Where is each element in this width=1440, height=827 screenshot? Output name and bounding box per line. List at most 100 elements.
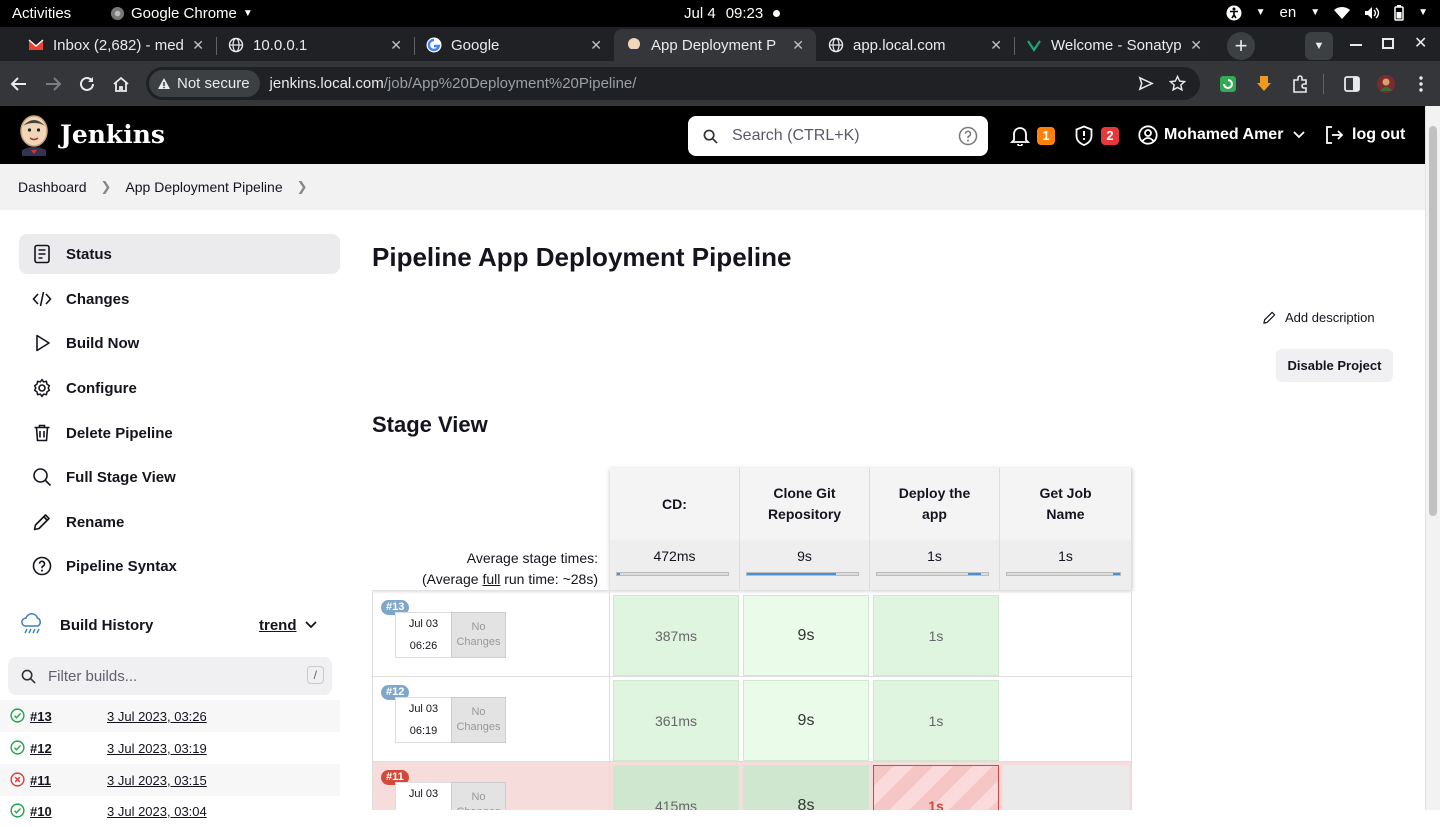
search-box[interactable]: Search (CTRL+K) [688, 116, 988, 156]
accessibility-icon[interactable] [1226, 5, 1242, 21]
sidebar-item-changes[interactable]: Changes [19, 279, 340, 319]
sidebar-item-full-stage-view[interactable]: Full Stage View [19, 457, 340, 497]
stage-cell[interactable]: 415ms [613, 765, 739, 810]
jenkins-header: Jenkins Search (CTRL+K) 1 2 Mohamed Amer… [0, 106, 1425, 164]
build-date-link[interactable]: 3 Jul 2023, 03:19 [107, 741, 207, 756]
tab-app-local[interactable]: app.local.com ✕ [816, 29, 1014, 61]
clock[interactable]: Jul 4 09:23 [684, 5, 781, 22]
chevron-right-icon[interactable]: ❯ [101, 179, 112, 195]
stage-cell[interactable]: 8s [743, 765, 869, 810]
build-number-link[interactable]: #12 [30, 741, 52, 756]
bookmark-star-icon[interactable] [1169, 75, 1186, 92]
language-indicator[interactable]: en [1280, 4, 1297, 21]
stage-cell-failed[interactable]: 1s [873, 765, 999, 810]
user-menu[interactable]: Mohamed Amer [1138, 125, 1306, 145]
url-text[interactable]: jenkins.local.com/job/App%20Deployment%2… [270, 75, 637, 92]
build-number-link[interactable]: #11 [30, 773, 51, 788]
close-window-button[interactable]: ✕ [1414, 33, 1427, 53]
build-row-13[interactable]: #13 3 Jul 2023, 03:26 [0, 700, 340, 732]
chevron-down-icon[interactable] [305, 621, 317, 629]
activities-button[interactable]: Activities [12, 5, 71, 22]
build-date-link[interactable]: 3 Jul 2023, 03:04 [107, 804, 207, 819]
extension-green-icon[interactable] [1219, 75, 1237, 93]
stage-cell[interactable]: 1s [873, 595, 999, 676]
side-panel-icon[interactable] [1343, 75, 1361, 93]
chevron-right-icon[interactable]: ❯ [297, 179, 308, 195]
stage-cell[interactable]: 361ms [613, 680, 739, 761]
address-bar[interactable]: Not secure jenkins.local.com/job/App%20D… [146, 67, 1200, 100]
user-icon [1138, 125, 1158, 145]
system-tray[interactable]: ▼ en ▼ ▼ [1226, 4, 1428, 21]
minimize-button[interactable] [1350, 44, 1362, 46]
page-scrollbar[interactable] [1425, 106, 1440, 810]
close-tab-icon[interactable]: ✕ [1190, 37, 1202, 54]
tab-google[interactable]: Google ✕ [414, 29, 614, 61]
run-date: Jul 03 06:19 [395, 697, 452, 743]
close-tab-icon[interactable]: ✕ [990, 37, 1002, 54]
disable-project-button[interactable]: Disable Project [1276, 349, 1393, 382]
sidebar-item-pipeline-syntax[interactable]: Pipeline Syntax [19, 546, 340, 586]
reload-icon[interactable] [78, 75, 96, 93]
scrollbar-thumb[interactable] [1429, 126, 1437, 516]
site-security-chip[interactable]: Not secure [149, 70, 260, 97]
jenkins-brand[interactable]: Jenkins [60, 120, 165, 149]
avg-progress-bar [1006, 572, 1121, 576]
build-number-link[interactable]: #13 [30, 709, 52, 724]
download-icon[interactable] [1255, 75, 1273, 93]
build-row-10[interactable]: #10 3 Jul 2023, 03:04 [0, 795, 340, 827]
trend-link[interactable]: trend [259, 617, 297, 634]
no-changes-label: No Changes [451, 697, 506, 743]
maximize-button[interactable] [1382, 38, 1394, 49]
build-row-11[interactable]: #11 3 Jul 2023, 03:15 [0, 764, 340, 796]
sidebar-item-rename[interactable]: Rename [19, 502, 340, 542]
tab-gmail[interactable]: Inbox (2,682) - med ✕ [16, 29, 216, 61]
add-description-link[interactable]: Add description [1262, 310, 1375, 325]
app-menu[interactable]: Google Chrome ▼ [110, 5, 253, 22]
trash-icon [34, 424, 50, 442]
back-icon[interactable] [10, 75, 28, 93]
sidebar-item-build-now[interactable]: Build Now [19, 323, 340, 363]
tab-10-0-0-1[interactable]: 10.0.0.1 ✕ [216, 29, 414, 61]
run-date: Jul 03 06:26 [395, 612, 452, 658]
tab-search-button[interactable]: ▼ [1305, 32, 1333, 60]
jenkins-logo[interactable] [18, 114, 50, 156]
gear-icon [33, 378, 51, 398]
security-button[interactable]: 2 [1074, 125, 1119, 146]
logout-button[interactable]: log out [1324, 125, 1405, 145]
chrome-menu-icon[interactable] [1412, 75, 1430, 93]
security-badge: 2 [1101, 126, 1119, 145]
tab-title: Google [451, 36, 500, 54]
filter-builds-input[interactable]: Filter builds... / [8, 657, 332, 695]
notifications-button[interactable]: 1 [1010, 125, 1055, 146]
stage-cell[interactable]: 9s [743, 595, 869, 676]
breadcrumb-dashboard[interactable]: Dashboard [18, 179, 87, 195]
stage-cell[interactable]: 387ms [613, 595, 739, 676]
stage-cell[interactable]: 9s [743, 680, 869, 761]
tab-title: Inbox (2,682) - med [53, 36, 184, 54]
stage-cell[interactable]: 1s [873, 680, 999, 761]
tab-app-deployment-pipeline[interactable]: App Deployment P ✕ [614, 29, 816, 61]
build-date-link[interactable]: 3 Jul 2023, 03:26 [107, 709, 207, 724]
close-tab-icon[interactable]: ✕ [192, 37, 204, 54]
tab-sonatype[interactable]: Welcome - Sonatyp ✕ [1014, 29, 1214, 61]
avg-time-value: 1s [927, 548, 942, 564]
breadcrumb-app-deployment-pipeline[interactable]: App Deployment Pipeline [125, 179, 282, 195]
build-row-12[interactable]: #12 3 Jul 2023, 03:19 [0, 732, 340, 764]
close-tab-icon[interactable]: ✕ [390, 37, 402, 54]
profile-avatar-icon[interactable] [1377, 75, 1395, 93]
help-icon[interactable] [958, 126, 978, 146]
help-icon [32, 556, 52, 576]
close-tab-icon[interactable]: ✕ [792, 37, 804, 54]
sidebar-item-status[interactable]: Status [19, 234, 340, 274]
close-tab-icon[interactable]: ✕ [590, 37, 602, 54]
forward-icon[interactable] [44, 75, 62, 93]
extensions-puzzle-icon[interactable] [1291, 75, 1309, 93]
home-icon[interactable] [112, 75, 130, 93]
full-run-link[interactable]: full [482, 571, 500, 587]
send-to-device-icon[interactable] [1137, 75, 1154, 92]
sidebar-item-configure[interactable]: Configure [19, 368, 340, 408]
sidebar-item-delete-pipeline[interactable]: Delete Pipeline [19, 413, 340, 453]
build-number-link[interactable]: #10 [30, 804, 52, 819]
build-date-link[interactable]: 3 Jul 2023, 03:15 [107, 773, 207, 788]
new-tab-button[interactable]: + [1227, 32, 1255, 60]
